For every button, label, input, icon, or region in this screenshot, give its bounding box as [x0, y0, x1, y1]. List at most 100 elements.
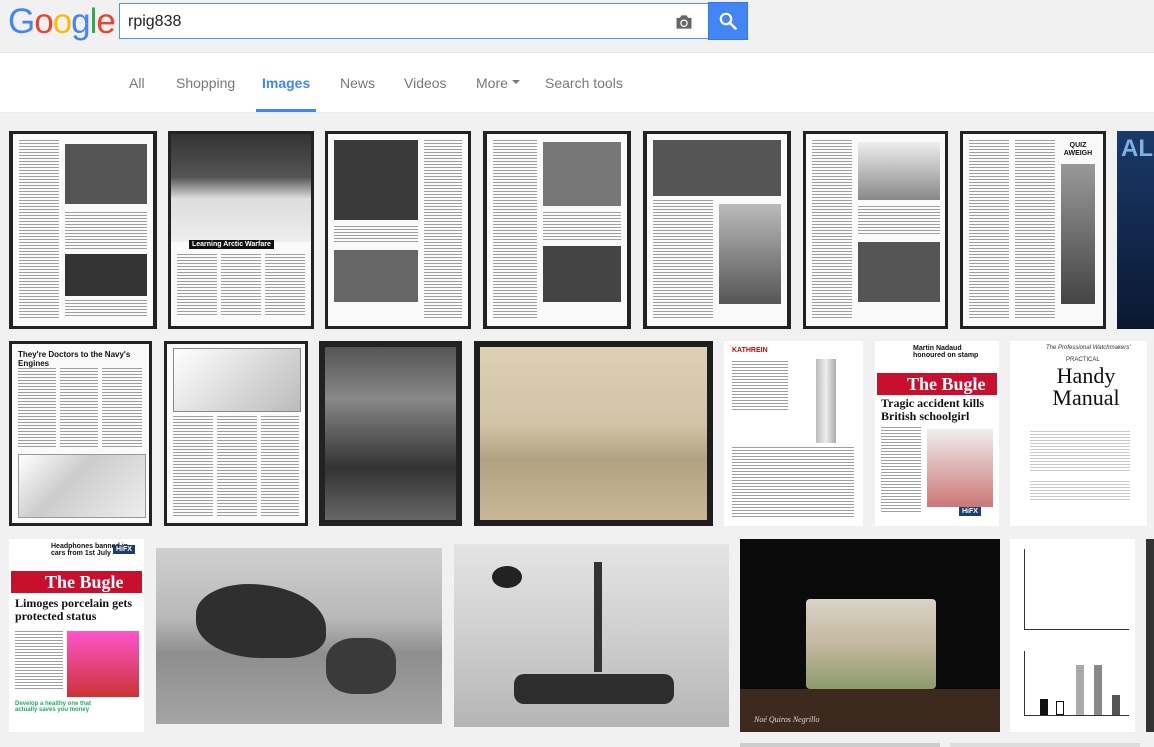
magnifier-icon — [719, 12, 737, 30]
image-result[interactable] — [803, 131, 948, 329]
text-column — [334, 226, 418, 244]
text-column — [221, 254, 261, 316]
tab-more[interactable]: More — [476, 75, 520, 91]
search-button[interactable] — [708, 2, 748, 40]
text-column — [65, 212, 147, 250]
spec-table — [732, 447, 854, 517]
bugle-headline: Tragic accident kills British schoolgirl — [881, 396, 985, 423]
text-column — [261, 416, 299, 516]
plane-wing — [514, 674, 674, 704]
text-column — [424, 140, 462, 318]
text-column — [15, 631, 63, 691]
logo-letter-o1: o — [34, 2, 53, 41]
text-block — [1030, 481, 1130, 501]
image-result[interactable] — [319, 341, 462, 526]
hifx-badge: HiFX — [959, 507, 981, 516]
image-result[interactable]: Headphones banned in cars from 1st July … — [9, 539, 144, 732]
text-column — [653, 200, 713, 318]
magazine-page — [806, 134, 945, 326]
bar — [1094, 665, 1102, 715]
text-column — [1015, 140, 1055, 318]
next-row-preview — [950, 743, 1140, 747]
plane-tail — [594, 562, 602, 672]
image-result[interactable]: They're Doctors to the Navy's Engines — [9, 341, 152, 526]
image-result[interactable] — [164, 341, 308, 526]
photo — [171, 134, 311, 242]
photo — [653, 140, 781, 196]
text-block — [1030, 431, 1130, 471]
tab-videos[interactable]: Videos — [404, 75, 447, 91]
tab-all[interactable]: All — [129, 75, 145, 91]
search-input[interactable] — [128, 11, 668, 33]
image-result[interactable] — [474, 341, 713, 526]
logo-letter-e: e — [96, 2, 115, 41]
magazine-cover-title: ALL — [1121, 135, 1154, 162]
bugle-masthead: The Bugle — [907, 374, 986, 394]
tab-images[interactable]: Images — [262, 75, 310, 91]
active-tab-indicator — [256, 109, 316, 112]
photo — [65, 254, 147, 296]
photo — [719, 204, 781, 304]
text-column — [177, 254, 217, 316]
chevron-down-icon — [511, 80, 520, 85]
arctic-warfare-caption: Learning Arctic Warfare — [189, 240, 274, 249]
bugle-footer: Develop a healthy one that actually save… — [15, 701, 92, 713]
text-column — [217, 416, 257, 516]
text-column — [858, 206, 940, 236]
image-result[interactable] — [483, 131, 631, 329]
text-column — [18, 368, 56, 448]
photo — [1061, 164, 1095, 304]
magazine-page: QUIZ AWEIGH — [963, 134, 1103, 326]
image-result[interactable] — [454, 544, 729, 727]
image-result[interactable] — [325, 131, 471, 329]
google-logo[interactable]: Google — [8, 2, 116, 41]
image-result[interactable]: Learning Arctic Warfare — [168, 131, 314, 329]
photo — [334, 140, 418, 220]
sepia-photo — [480, 347, 707, 520]
photo — [543, 246, 621, 302]
text-column — [19, 140, 59, 320]
bugle-kicker: Martin Nadaud honoured on stamp — [913, 345, 979, 359]
tab-search-tools[interactable]: Search tools — [545, 75, 623, 91]
image-result[interactable] — [156, 548, 442, 724]
magazine-page — [487, 134, 627, 326]
image-result[interactable] — [1010, 539, 1135, 732]
text-column — [65, 300, 147, 318]
photo — [67, 631, 139, 697]
photo — [927, 429, 993, 507]
tab-shopping[interactable]: Shopping — [176, 75, 235, 91]
text-column — [493, 140, 537, 318]
wreck-shape — [196, 584, 326, 658]
camera-icon[interactable] — [674, 13, 694, 31]
image-result[interactable]: The Professional Watchmakers' PRACTICAL … — [1010, 341, 1147, 526]
photo — [334, 250, 418, 302]
image-result[interactable] — [9, 131, 157, 329]
manual-title: Handy Manual — [1052, 363, 1120, 410]
kathrein-logo: KATHREIN — [732, 347, 768, 354]
search-tabs: All Shopping Images News Videos More Sea… — [0, 52, 1154, 113]
bugle-masthead: The Bugle — [45, 572, 124, 592]
hifx-badge: HiFX — [113, 545, 135, 554]
bugle-headline: Limoges porcelain gets protected status — [15, 596, 133, 623]
image-result[interactable]: ALL — [1117, 131, 1154, 329]
image-result[interactable] — [643, 131, 791, 329]
next-row-preview — [740, 743, 940, 747]
search-box[interactable] — [119, 3, 708, 39]
magazine-page — [328, 134, 468, 326]
text-column — [543, 212, 621, 242]
logo-letter-l: l — [89, 2, 98, 41]
image-result[interactable]: Noé Quiros Negrillo — [740, 539, 1000, 732]
text-column — [881, 427, 921, 513]
photo — [65, 144, 147, 204]
image-result[interactable] — [1146, 539, 1154, 732]
image-result[interactable]: Martin Nadaud honoured on stamp The Bugl… — [875, 341, 999, 526]
antenna-image — [816, 359, 836, 443]
header: Google — [0, 0, 1154, 52]
image-result[interactable]: KATHREIN — [724, 341, 863, 526]
photo — [858, 142, 940, 200]
bar-chart-panel — [1024, 549, 1129, 630]
quiz-title: QUIZ AWEIGH — [1063, 142, 1093, 157]
text-column — [60, 368, 98, 448]
image-result[interactable]: QUIZ AWEIGH — [960, 131, 1106, 329]
tab-news[interactable]: News — [340, 75, 375, 91]
